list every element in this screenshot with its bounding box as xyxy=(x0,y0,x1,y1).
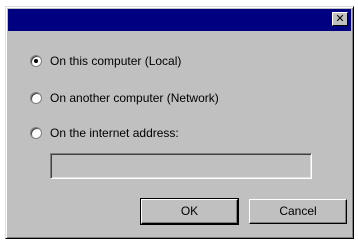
cancel-button[interactable]: Cancel xyxy=(249,199,347,224)
ok-button[interactable]: OK xyxy=(140,198,239,225)
option-network[interactable]: On another computer (Network) xyxy=(30,91,219,105)
option-internet-label: On the internet address: xyxy=(50,126,179,140)
location-dialog: ✕ On this computer (Local) On another co… xyxy=(5,6,354,239)
option-local-label: On this computer (Local) xyxy=(50,54,182,68)
radio-internet[interactable] xyxy=(30,127,42,139)
close-icon: ✕ xyxy=(335,12,345,25)
option-network-label: On another computer (Network) xyxy=(50,91,219,105)
radio-network[interactable] xyxy=(30,92,42,104)
close-button[interactable]: ✕ xyxy=(332,12,348,26)
option-local[interactable]: On this computer (Local) xyxy=(30,54,181,68)
option-internet[interactable]: On the internet address: xyxy=(30,126,179,140)
internet-address-input[interactable] xyxy=(50,153,312,179)
title-bar: ✕ xyxy=(8,9,351,31)
radio-local[interactable] xyxy=(30,55,42,67)
